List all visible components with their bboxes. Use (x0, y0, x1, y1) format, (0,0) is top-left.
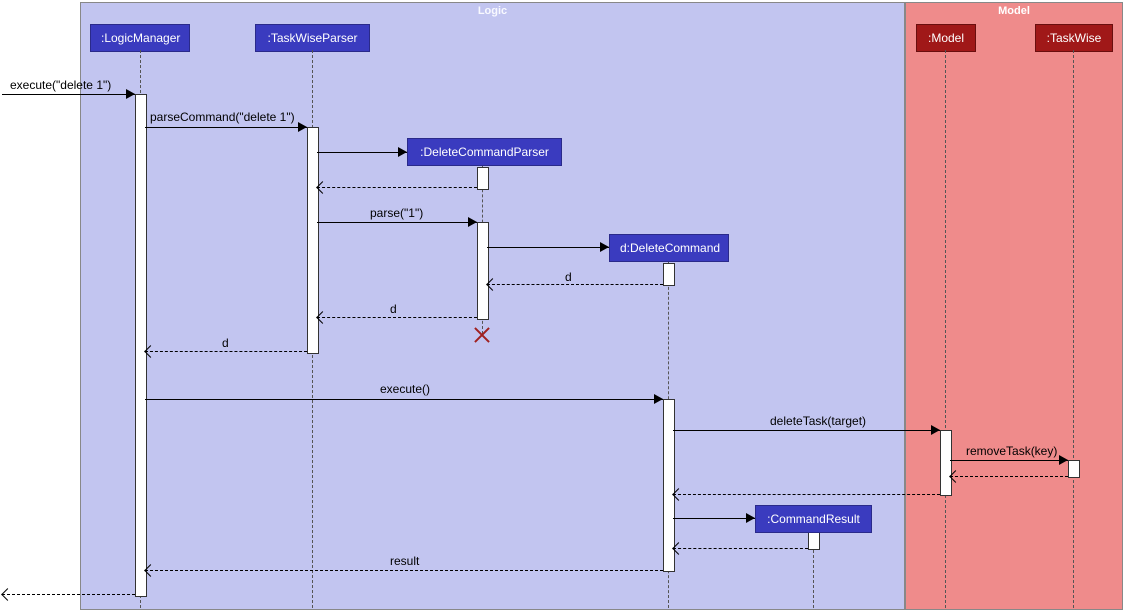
activation-logicmanager (135, 94, 147, 597)
arrow-create-cr (673, 518, 755, 519)
arrow-removetask (950, 460, 1068, 461)
activation-taskwise (1068, 460, 1080, 478)
sequence-diagram: Logic Model :LogicManager :TaskWiseParse… (0, 0, 1130, 614)
activation-model (940, 430, 952, 496)
arrow-execute1 (2, 94, 135, 95)
participant-model: :Model (916, 24, 976, 52)
arrowhead-execute2 (654, 394, 663, 404)
arrowhead-create-dc (600, 242, 609, 252)
return-cr (673, 548, 808, 549)
arrowhead-parse (468, 217, 477, 227)
arrowhead-deletetask (931, 425, 940, 435)
msg-deletetask: deleteTask(target) (770, 414, 866, 428)
arrow-deletetask (673, 430, 940, 431)
activation-dcp-1 (477, 167, 489, 190)
arrowhead-parsecommand (298, 122, 307, 132)
lifeline-taskwise (1073, 50, 1074, 608)
arrow-parse (317, 222, 477, 223)
arrowhead-create-cr (746, 513, 755, 523)
participant-taskwiseparser: :TaskWiseParser (255, 24, 370, 52)
participant-deletecommandparser: :DeleteCommandParser (407, 138, 562, 166)
arrow-create-dc (487, 247, 609, 248)
activation-taskwiseparser (307, 127, 319, 354)
frame-model-title: Model (998, 5, 1030, 17)
msg-parsecommand: parseCommand("delete 1") (150, 110, 295, 124)
return-result (145, 570, 663, 571)
arrow-create-dcp (317, 152, 407, 153)
frame-logic-title: Logic (478, 5, 507, 17)
destroy-dcp-icon (472, 324, 492, 344)
return-create-dcp (317, 187, 477, 188)
arrow-execute2 (145, 399, 663, 400)
msg-result: result (390, 554, 419, 568)
activation-commandresult (808, 532, 820, 550)
return-outside (2, 594, 135, 595)
participant-commandresult: :CommandResult (755, 505, 872, 533)
return-removetask (950, 476, 1068, 477)
activation-dcp-2 (477, 222, 489, 320)
arrowhead-execute1 (126, 89, 135, 99)
participant-taskwise: :TaskWise (1035, 24, 1113, 52)
msg-d2: d (390, 302, 397, 316)
return-d3 (145, 351, 307, 352)
msg-removetask: removeTask(key) (966, 444, 1057, 458)
return-d2 (317, 317, 477, 318)
msg-parse: parse("1") (370, 206, 423, 220)
arrowhead-removetask (1059, 455, 1068, 465)
participant-logicmanager: :LogicManager (90, 24, 190, 52)
arrow-parsecommand (145, 127, 307, 128)
participant-deletecommand: d:DeleteCommand (609, 234, 729, 262)
arrowhead-create-dcp (398, 147, 407, 157)
msg-d3: d (222, 336, 229, 350)
return-d1 (487, 284, 663, 285)
msg-d1: d (565, 270, 572, 284)
activation-dc-1 (663, 263, 675, 286)
msg-execute1: execute("delete 1") (10, 78, 111, 92)
return-deletetask (673, 494, 940, 495)
msg-execute2: execute() (380, 382, 430, 396)
frame-model: Model (905, 2, 1123, 610)
lifeline-model (945, 50, 946, 608)
